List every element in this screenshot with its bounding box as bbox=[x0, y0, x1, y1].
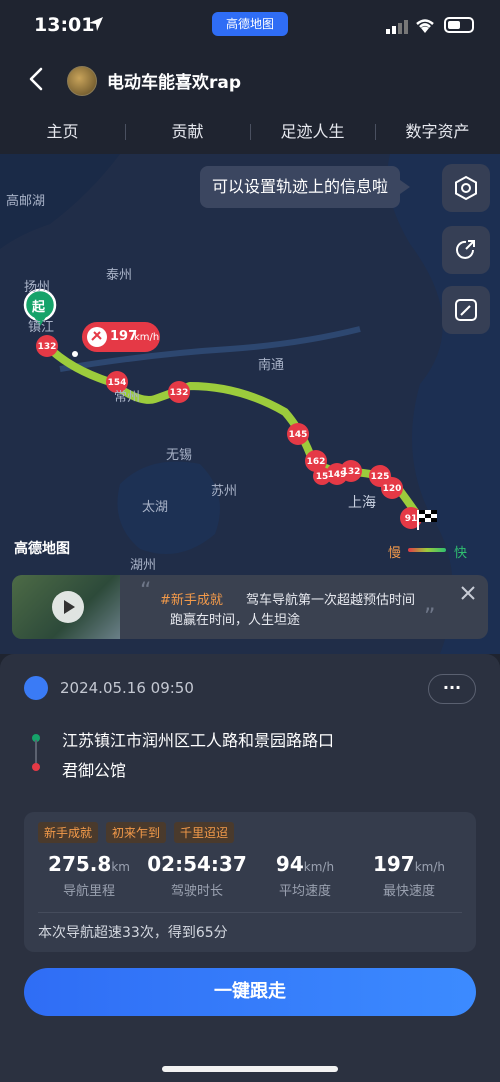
speed-label: 132 bbox=[170, 388, 189, 398]
badge[interactable]: 新手成就 bbox=[38, 822, 99, 843]
quote-close-icon: ” bbox=[424, 605, 436, 630]
speed-label: 145 bbox=[289, 430, 308, 440]
trip-date: 2024.05.16 09:50 bbox=[60, 679, 194, 697]
stat-value: 94 bbox=[275, 852, 304, 876]
stat-max-speed: 197km/h 最快速度 bbox=[354, 852, 464, 899]
speed-label: 120 bbox=[383, 484, 402, 494]
map-label: 无锡 bbox=[166, 448, 193, 463]
trajectory-tooltip[interactable]: 可以设置轨迹上的信息啦 bbox=[200, 166, 411, 208]
stat-duration: 02:54:37 驾驶时长 bbox=[142, 852, 252, 899]
speed-label: 91 bbox=[405, 514, 418, 524]
banner-line-2: 跑赢在时间，人生坦途 bbox=[170, 613, 301, 628]
page-title: 电动车能喜欢rap bbox=[107, 73, 242, 93]
stat-value: 02:54:37 bbox=[147, 852, 247, 876]
map-label: 太湖 bbox=[142, 500, 169, 515]
trip-card: 2024.05.16 09:50 ··· 江苏镇江市润州区工人路和景园路路口 君… bbox=[0, 654, 500, 1082]
end-dot-icon bbox=[32, 763, 40, 771]
end-address: 君御公馆 bbox=[62, 761, 127, 780]
stat-unit: km/h bbox=[303, 860, 335, 874]
return-to-app-pill[interactable]: 高德地图 bbox=[212, 12, 288, 36]
hexagon-settings-icon bbox=[455, 175, 477, 201]
wifi-icon bbox=[416, 19, 434, 33]
follow-route-label: 一键跟走 bbox=[214, 981, 286, 1002]
share-icon bbox=[456, 240, 475, 259]
speed-label: 132 bbox=[342, 467, 361, 477]
signal-icon bbox=[386, 20, 408, 34]
avatar[interactable] bbox=[67, 66, 97, 96]
video-thumbnail[interactable] bbox=[12, 575, 120, 639]
banner-line-1: 驾车导航第一次超越预估时间 bbox=[246, 593, 416, 608]
stat-avg-speed: 94km/h 平均速度 bbox=[250, 852, 360, 899]
tooltip-text: 可以设置轨迹上的信息啦 bbox=[212, 177, 389, 196]
app-pill-label: 高德地图 bbox=[225, 17, 274, 31]
trip-stats-panel: 新手成就 初来乍到 千里迢迢 275.8km 导航里程 02:54:37 驾驶时… bbox=[24, 812, 476, 952]
stat-label: 驾驶时长 bbox=[170, 884, 223, 899]
play-icon[interactable] bbox=[52, 591, 84, 623]
lake-taihu bbox=[117, 461, 220, 554]
map-label: 上海 bbox=[348, 495, 376, 511]
speed-label: 15 bbox=[316, 472, 329, 482]
map-label: 南通 bbox=[258, 358, 285, 373]
stat-value: 197 bbox=[372, 852, 415, 876]
stat-unit: km bbox=[111, 860, 130, 874]
speed-label: 125 bbox=[371, 472, 390, 482]
share-button[interactable] bbox=[442, 226, 490, 274]
achievement-badges: 新手成就 初来乍到 千里迢迢 bbox=[38, 822, 235, 843]
banner-tag: #新手成就 bbox=[160, 593, 223, 608]
map-label: 苏州 bbox=[211, 484, 238, 499]
map-label: 高邮湖 bbox=[6, 194, 46, 209]
edit-icon bbox=[455, 299, 477, 321]
tab-home[interactable]: 主页 bbox=[0, 110, 125, 154]
speed-label: 132 bbox=[38, 342, 57, 352]
back-icon[interactable] bbox=[22, 64, 52, 94]
start-badge-label: 起 bbox=[32, 300, 46, 315]
achievement-banner[interactable]: “ #新手成就 驾车导航第一次超越预估时间 跑赢在时间，人生坦途 ” bbox=[12, 575, 488, 639]
stat-label: 平均速度 bbox=[278, 884, 331, 899]
badge[interactable]: 千里迢迢 bbox=[174, 822, 235, 843]
tab-bar: 主页 贡献 足迹人生 数字资产 bbox=[0, 110, 500, 154]
badge[interactable]: 初来乍到 bbox=[106, 822, 167, 843]
page-header: 电动车能喜欢rap bbox=[0, 56, 500, 104]
speed-legend-bar bbox=[408, 548, 446, 552]
map-label: 扬州 bbox=[24, 280, 51, 295]
map-label: 镇江 bbox=[28, 320, 55, 335]
follow-route-button[interactable]: 一键跟走 bbox=[24, 968, 476, 1016]
start-address: 江苏镇江市润州区工人路和景园路路口 bbox=[62, 731, 335, 750]
map-label: 常州 bbox=[114, 390, 141, 405]
battery-icon bbox=[444, 17, 474, 33]
stat-label: 导航里程 bbox=[62, 884, 115, 899]
quote-open-icon: “ bbox=[140, 579, 152, 604]
route-connector bbox=[35, 740, 37, 764]
divider bbox=[38, 912, 462, 913]
legend-fast: 快 bbox=[454, 546, 468, 561]
map-label: 湖州 bbox=[130, 558, 157, 573]
stat-unit: km/h bbox=[414, 860, 446, 874]
speed-label: 162 bbox=[307, 457, 326, 467]
status-bar: 13:01 高德地图 bbox=[0, 0, 500, 52]
car-icon bbox=[24, 676, 48, 700]
more-button[interactable]: ··· bbox=[428, 674, 476, 704]
map-logo: 高德地图 bbox=[14, 538, 70, 558]
map-label: 泰州 bbox=[106, 268, 133, 283]
tab-digital-assets[interactable]: 数字资产 bbox=[375, 110, 500, 154]
stat-value: 275.8 bbox=[48, 852, 112, 876]
stat-label: 最快速度 bbox=[382, 884, 435, 899]
legend-slow: 慢 bbox=[388, 546, 402, 561]
tab-footprint[interactable]: 足迹人生 bbox=[250, 110, 375, 154]
trip-summary: 本次导航超速33次，得到65分 bbox=[38, 925, 228, 941]
stat-distance: 275.8km 导航里程 bbox=[34, 852, 144, 899]
home-indicator[interactable] bbox=[162, 1066, 338, 1072]
edit-button[interactable] bbox=[442, 286, 490, 334]
tab-contribution[interactable]: 贡献 bbox=[125, 110, 250, 154]
status-time: 13:01 bbox=[34, 14, 95, 36]
settings-button[interactable] bbox=[442, 164, 490, 212]
map-logo-text: 高德地图 bbox=[14, 541, 70, 557]
max-speed-unit: km/h bbox=[134, 332, 160, 343]
close-icon[interactable] bbox=[458, 583, 478, 603]
location-arrow-icon bbox=[89, 17, 103, 31]
